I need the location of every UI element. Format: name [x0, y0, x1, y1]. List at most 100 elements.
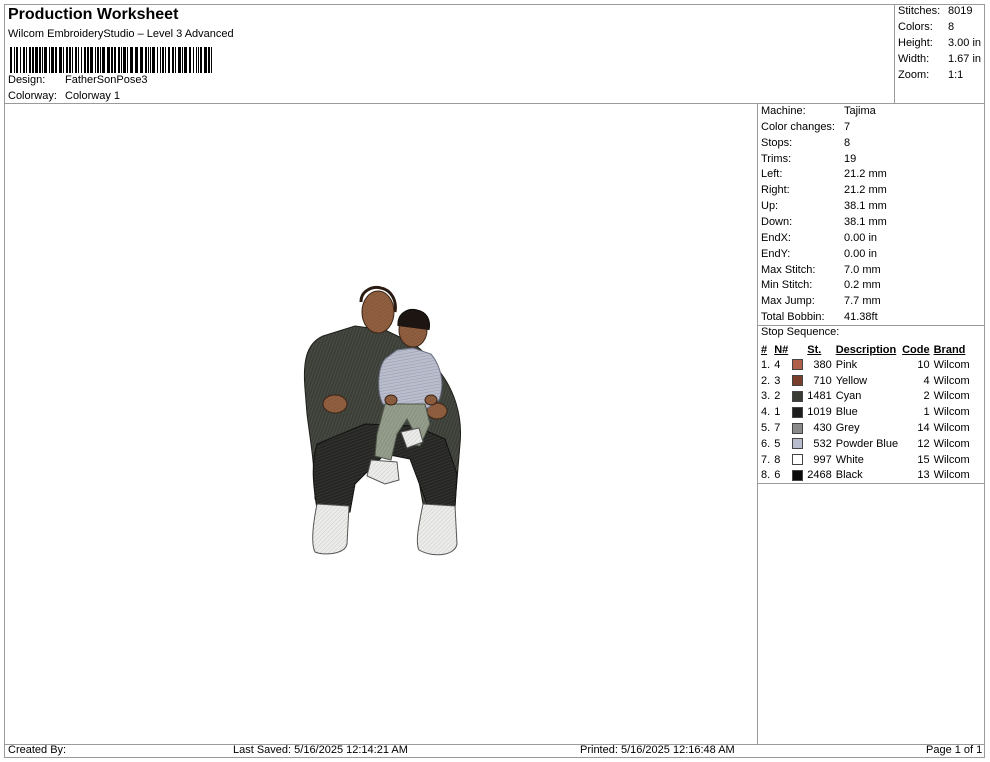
machine-info-value: 19 — [844, 152, 857, 165]
machine-info-label: Color changes: — [761, 120, 835, 133]
stitch-count: 1019 — [807, 406, 832, 419]
barcode-bar — [211, 47, 212, 73]
needle-number: 8 — [774, 453, 781, 466]
color-swatch-cell — [790, 404, 805, 420]
barcode-bar — [162, 47, 164, 73]
color-swatch — [792, 422, 804, 434]
printed-date: Printed: 5/16/2025 12:16:48 AM — [580, 744, 735, 756]
machine-info-label: Machine: — [761, 105, 806, 117]
machine-info-label: Left: — [761, 168, 783, 181]
machine-info-row: Stops: 8 — [761, 137, 985, 152]
barcode-bar — [198, 47, 199, 73]
machine-info-value: 0.00 in — [844, 247, 878, 260]
row-number: 2. — [761, 374, 771, 387]
barcode-bar — [182, 47, 183, 73]
stitch-count: 532 — [813, 437, 832, 450]
barcode-bar — [90, 47, 93, 73]
color-code: 2 — [923, 390, 930, 403]
machine-info-row: EndX: 0.00 in — [761, 232, 985, 247]
barcode-bar — [63, 47, 64, 73]
thread-brand: Wilcom — [933, 358, 970, 371]
barcode-bar — [49, 47, 50, 73]
software-name: Wilcom EmbroideryStudio – Level 3 Advanc… — [8, 28, 234, 40]
worksheet-header: Production Worksheet Wilcom EmbroiderySt… — [5, 5, 894, 103]
barcode-bar — [95, 47, 96, 73]
barcode-bar — [69, 47, 71, 73]
color-swatch — [792, 470, 804, 482]
machine-info-label: EndY: — [761, 247, 791, 260]
color-swatch-cell — [790, 420, 805, 436]
stop-sequence-row: 5. 7 430 Grey 14 Wilcom — [759, 420, 972, 436]
stitch-count: 380 — [813, 358, 832, 371]
barcode-bar — [148, 47, 149, 73]
machine-info-row: Machine: Tajima — [761, 105, 985, 120]
barcode — [10, 47, 212, 73]
machine-info-label: Total Bobbin: — [761, 311, 825, 324]
machine-info-label: Max Jump: — [761, 295, 815, 308]
barcode-bar — [208, 47, 210, 73]
barcode-bar — [114, 47, 116, 73]
machine-info-row: Max Jump: 7.7 mm — [761, 295, 985, 310]
barcode-bar — [75, 47, 77, 73]
barcode-bar — [26, 47, 27, 73]
color-code: 12 — [917, 437, 930, 450]
machine-info-value: 41.38ft — [844, 311, 878, 324]
thread-brand: Wilcom — [933, 422, 970, 435]
color-swatch-cell — [790, 357, 805, 373]
barcode-bar — [84, 47, 86, 73]
barcode-bar — [189, 47, 191, 73]
machine-info-value: 0.2 mm — [844, 279, 881, 292]
barcode-bar — [193, 47, 194, 73]
barcode-bar — [168, 47, 170, 73]
barcode-bar — [160, 47, 161, 73]
machine-info-row: Max Stitch: 7.0 mm — [761, 264, 985, 279]
stitch-count: 997 — [813, 453, 832, 466]
machine-info-label: EndX: — [761, 231, 791, 244]
barcode-bar — [152, 47, 155, 73]
barcode-bar — [172, 47, 174, 73]
last-saved: Last Saved: 5/16/2025 12:14:21 AM — [233, 744, 408, 756]
color-code: 15 — [917, 453, 930, 466]
sidebar-divider — [757, 104, 758, 744]
stitch-count: 430 — [813, 422, 832, 435]
barcode-bar — [118, 47, 120, 73]
col-swatch — [790, 342, 805, 357]
stop-sequence-row: 3. 2 1481 Cyan 2 Wilcom — [759, 389, 972, 405]
zoom-label: Zoom: — [898, 69, 930, 81]
machine-info-value: 7 — [844, 120, 851, 133]
machine-info-value: 7.7 mm — [844, 295, 881, 308]
color-swatch — [792, 375, 804, 387]
needle-number: 7 — [774, 422, 781, 435]
stitch-count: 1481 — [807, 390, 832, 403]
barcode-bar — [14, 47, 15, 73]
summary-divider — [894, 5, 895, 103]
created-by: Created By: — [8, 744, 67, 756]
barcode-bar — [51, 47, 54, 73]
color-description: White — [835, 453, 864, 466]
barcode-bar — [165, 47, 166, 73]
color-swatch-cell — [790, 389, 805, 405]
col-stitches: St. — [807, 343, 822, 356]
colorway-value: Colorway 1 — [65, 90, 121, 102]
barcode-bar — [140, 47, 143, 73]
design-preview — [5, 104, 757, 744]
barcode-bar — [196, 47, 197, 73]
colors-label: Colors: — [898, 21, 933, 33]
barcode-bar — [23, 47, 25, 73]
barcode-bar — [111, 47, 113, 73]
barcode-bar — [135, 47, 138, 73]
row-number: 1. — [761, 358, 771, 371]
row-number: 8. — [761, 469, 771, 482]
stop-sequence-row: 6. 5 532 Powder Blue 12 Wilcom — [759, 436, 972, 452]
colorway-label: Colorway: — [8, 90, 57, 102]
col-code: Code — [902, 343, 930, 356]
barcode-bar — [42, 47, 43, 73]
design-label: Design: — [8, 74, 46, 86]
page-title: Production Worksheet — [8, 6, 179, 23]
machine-info-row: EndY: 0.00 in — [761, 248, 985, 263]
barcode-bar — [100, 47, 101, 73]
barcode-bar — [107, 47, 110, 73]
color-description: Powder Blue — [835, 437, 899, 450]
barcode-bar — [72, 47, 73, 73]
barcode-bar — [32, 47, 34, 73]
